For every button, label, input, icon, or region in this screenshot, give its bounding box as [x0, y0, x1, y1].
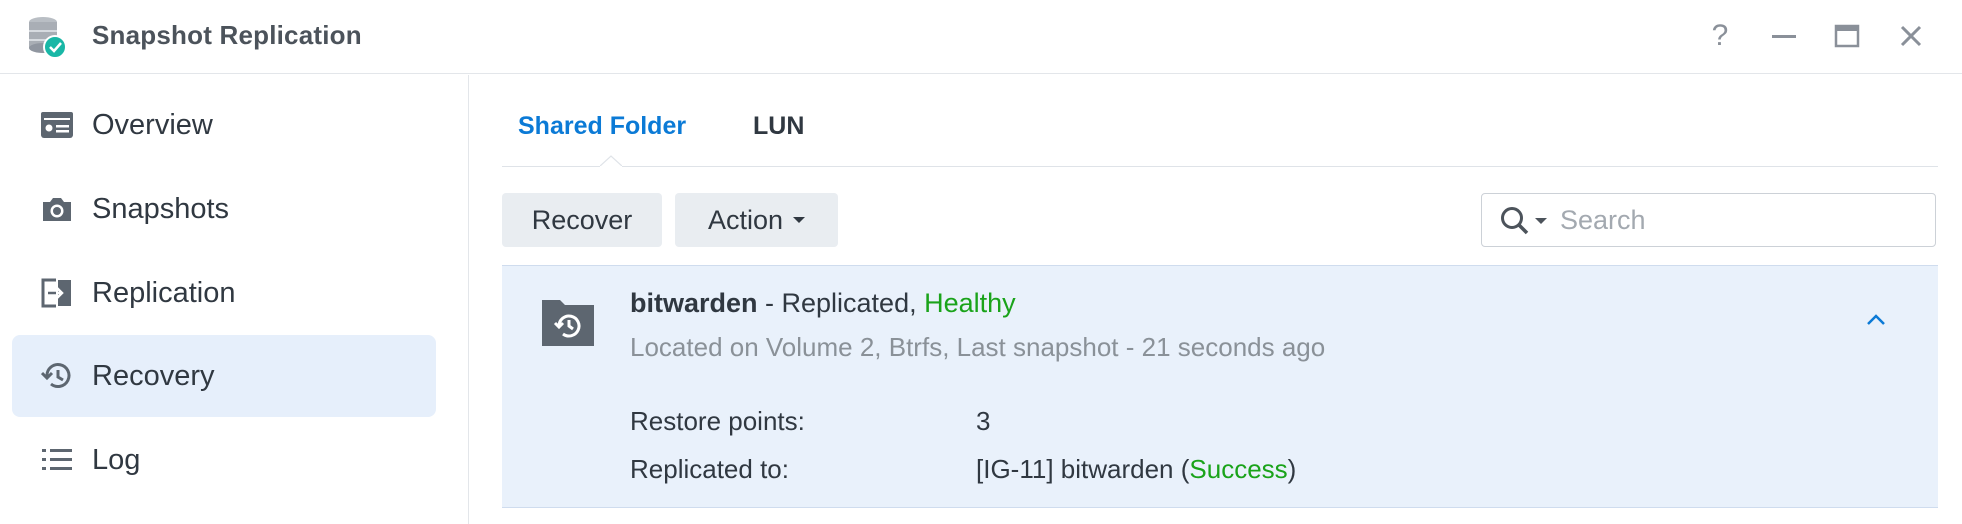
replication-icon: [40, 278, 74, 308]
replicated-to-close: ): [1287, 454, 1297, 484]
window-title: Snapshot Replication: [92, 20, 362, 50]
replicated-to-value: [IG-11] bitwarden (Success): [976, 454, 1296, 485]
sidebar-item-label: Overview: [92, 108, 213, 141]
search-box[interactable]: [1481, 193, 1936, 247]
status-badge: Healthy: [924, 288, 1016, 318]
sidebar-item-label: Replication: [92, 276, 236, 309]
title-bar: Snapshot Replication ?: [0, 0, 1962, 74]
sidebar-item-snapshots[interactable]: Snapshots: [12, 168, 436, 250]
action-button-label: Action: [707, 204, 784, 235]
help-icon: ?: [1711, 19, 1729, 52]
recover-button[interactable]: Recover: [502, 193, 662, 247]
item-name: bitwarden: [630, 288, 758, 318]
recover-button-label: Recover: [531, 204, 633, 235]
sidebar-item-log[interactable]: Log: [12, 419, 436, 501]
overview-icon: [40, 110, 74, 140]
tab-lun[interactable]: LUN: [753, 112, 804, 141]
item-title: bitwarden - Replicated, Healthy: [630, 288, 1016, 319]
action-dropdown-button[interactable]: Action: [675, 193, 838, 247]
search-icon: [1501, 207, 1529, 235]
minimize-button[interactable]: [1766, 18, 1802, 54]
replicated-to-target: [IG-11] bitwarden (: [976, 454, 1190, 484]
sidebar-item-overview[interactable]: Overview: [12, 84, 436, 166]
replicated-to-label: Replicated to:: [630, 454, 789, 484]
tab-divider: [502, 166, 1938, 167]
camera-icon: [40, 194, 74, 224]
close-button[interactable]: [1893, 18, 1929, 54]
shared-folder-recovery-icon: [542, 300, 594, 346]
maximize-button[interactable]: [1829, 18, 1865, 54]
sidebar-item-label: Snapshots: [92, 192, 230, 225]
chevron-down-icon: [793, 217, 806, 223]
minimize-icon: [1772, 35, 1796, 38]
list-icon: [40, 445, 74, 475]
item-location: Located on Volume 2, Btrfs, Last snapsho…: [630, 332, 1326, 362]
sidebar: Overview Snapshots Replication Recovery …: [0, 75, 469, 524]
restore-points-label: Restore points:: [630, 406, 805, 436]
item-replication-text: - Replicated,: [757, 288, 925, 318]
sidebar-item-replication[interactable]: Replication: [12, 252, 436, 334]
help-button[interactable]: ?: [1702, 18, 1738, 54]
sidebar-item-recovery[interactable]: Recovery: [12, 335, 436, 417]
search-input[interactable]: [1560, 202, 1920, 238]
recovery-icon: [40, 361, 74, 391]
sidebar-item-label: Log: [92, 443, 141, 476]
maximize-icon: [1834, 24, 1860, 48]
list-item[interactable]: bitwarden - Replicated, Healthy Located …: [502, 265, 1938, 508]
tab-shared-folder[interactable]: Shared Folder: [518, 112, 686, 141]
active-tab-indicator: [600, 155, 622, 167]
chevron-up-icon[interactable]: [1862, 310, 1890, 330]
restore-points-value: 3: [976, 406, 991, 436]
close-icon: [1900, 25, 1922, 47]
sidebar-item-label: Recovery: [92, 359, 215, 392]
snapshot-replication-app-icon: [29, 17, 67, 59]
search-options-chevron-icon[interactable]: [1535, 218, 1547, 224]
replication-status: Success: [1189, 454, 1288, 484]
